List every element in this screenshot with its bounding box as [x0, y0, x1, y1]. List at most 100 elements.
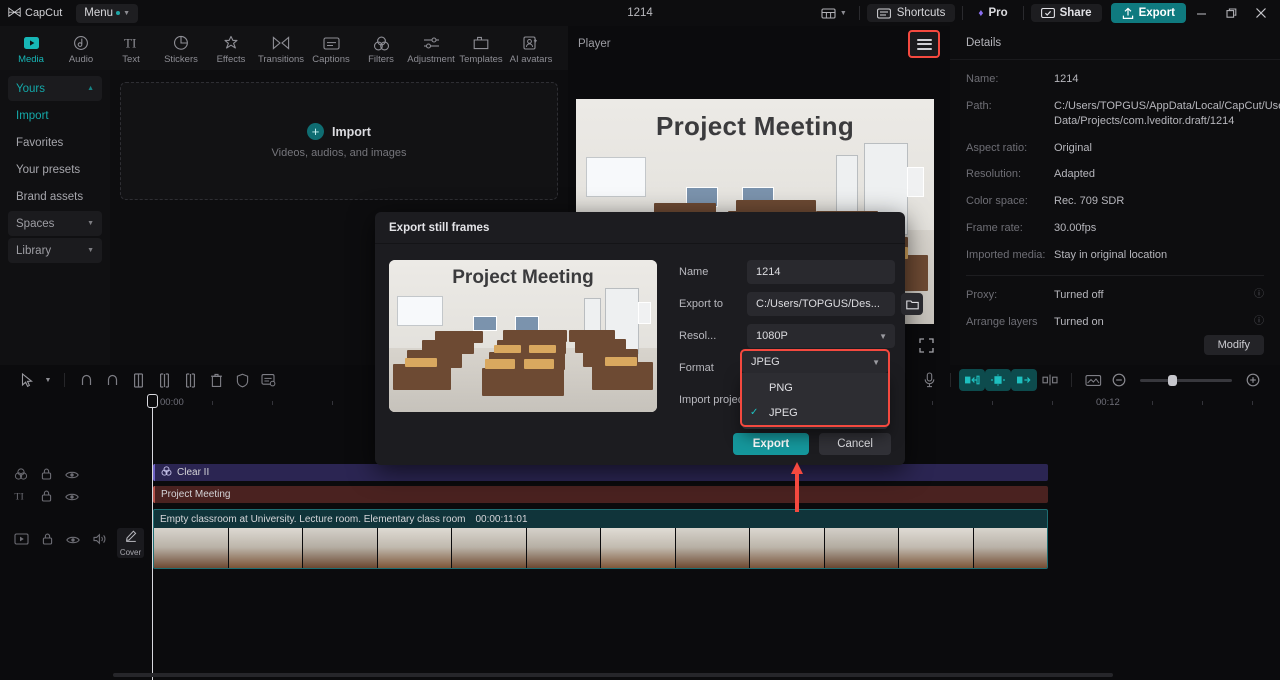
mirror-button[interactable]: [1037, 369, 1063, 391]
plus-icon: +: [307, 123, 325, 140]
freeze-frame-button[interactable]: [985, 369, 1011, 391]
player-header: Player: [568, 26, 950, 62]
format-dropdown-menu[interactable]: PNG ✓ JPEG: [742, 373, 888, 429]
dialog-cancel-button[interactable]: Cancel: [819, 433, 891, 455]
modify-button[interactable]: Modify: [1203, 335, 1264, 355]
share-button[interactable]: Share: [1030, 4, 1102, 22]
tab-transitions[interactable]: Transitions: [256, 32, 306, 65]
select-tool-dropdown[interactable]: ▼: [40, 369, 56, 391]
lock-icon[interactable]: [41, 489, 52, 507]
split-button[interactable]: [125, 369, 151, 391]
trim-right-button[interactable]: [177, 369, 203, 391]
delete-button[interactable]: [203, 369, 229, 391]
format-option-jpeg[interactable]: ✓ JPEG: [742, 400, 888, 425]
import-dropzone[interactable]: + Import Videos, audios, and images: [120, 82, 558, 200]
help-icon[interactable]: ⓘ: [1252, 315, 1264, 330]
detail-row-name: Name: 1214: [966, 72, 1264, 87]
tab-label: Filters: [368, 53, 394, 65]
trim-start-button[interactable]: [959, 369, 985, 391]
detail-value: Original: [1054, 141, 1092, 154]
upload-icon: [1122, 7, 1133, 19]
format-select[interactable]: JPEG ▼: [742, 351, 888, 373]
menu-button[interactable]: Menu ▼: [76, 3, 139, 23]
tab-adjustment[interactable]: Adjustment: [406, 32, 456, 65]
export-path-input[interactable]: C:/Users/TOPGUS/Des...: [747, 292, 895, 316]
video-overlay-title: Project Meeting: [655, 111, 855, 141]
brand-label: CapCut: [25, 7, 63, 19]
tab-filters[interactable]: Filters: [356, 32, 406, 65]
pro-label: Pro: [988, 7, 1008, 19]
tab-captions[interactable]: Captions: [306, 32, 356, 65]
thumbnail-view-button[interactable]: [1080, 369, 1106, 391]
timeline-clip-text[interactable]: Project Meeting: [153, 486, 1048, 503]
speaker-icon[interactable]: [93, 532, 107, 550]
dialog-export-button[interactable]: Export: [732, 433, 810, 455]
pro-button[interactable]: ♦ Pro: [970, 4, 1015, 22]
sidebar-item-label: Spaces: [16, 217, 55, 230]
detail-value: Adapted: [1054, 168, 1095, 181]
sidebar-item-label: Library: [16, 244, 52, 257]
effects-icon: [223, 35, 239, 52]
zoom-out-button[interactable]: [1106, 369, 1132, 391]
shortcuts-button[interactable]: Shortcuts: [866, 4, 956, 22]
sidebar-item-brand-assets[interactable]: Brand assets: [8, 184, 102, 209]
share-label: Share: [1059, 7, 1092, 19]
sidebar-item-spaces[interactable]: Spaces ▼: [8, 211, 102, 236]
redo-button[interactable]: [99, 369, 125, 391]
eye-icon[interactable]: [66, 532, 80, 550]
tab-ai-avatars[interactable]: AI avatars: [506, 32, 556, 65]
tab-templates[interactable]: Templates: [456, 32, 506, 65]
browse-folder-button[interactable]: [901, 293, 923, 315]
detail-key: Path:: [966, 99, 992, 112]
sidebar-item-library[interactable]: Library ▼: [8, 238, 102, 263]
mask-button[interactable]: [229, 369, 255, 391]
name-input[interactable]: 1214: [747, 260, 895, 284]
export-button[interactable]: Export: [1110, 3, 1186, 23]
eye-icon[interactable]: [65, 489, 79, 507]
tab-text[interactable]: TI Text: [106, 32, 156, 65]
eye-icon[interactable]: [65, 467, 79, 485]
trim-left-button[interactable]: [151, 369, 177, 391]
sidebar-item-label: Favorites: [16, 136, 64, 149]
detail-row-proxy: Proxy: Turned off ⓘ: [966, 288, 1264, 303]
sidebar-item-yours[interactable]: Yours ▲: [8, 76, 102, 101]
tab-stickers[interactable]: Stickers: [156, 32, 206, 65]
close-button[interactable]: [1246, 0, 1276, 26]
lock-icon[interactable]: [41, 467, 52, 485]
timeline-horizontal-scrollbar[interactable]: [113, 673, 1113, 677]
playhead-handle[interactable]: [147, 394, 158, 408]
layout-button[interactable]: ▼: [816, 5, 852, 22]
help-icon[interactable]: ⓘ: [1252, 288, 1264, 303]
tab-media[interactable]: Media: [6, 32, 56, 65]
auto-captions-button[interactable]: [255, 369, 281, 391]
sidebar-item-import[interactable]: Import: [8, 103, 102, 128]
trim-end-button[interactable]: [1011, 369, 1037, 391]
tab-effects[interactable]: Effects: [206, 32, 256, 65]
undo-button[interactable]: [73, 369, 99, 391]
hamburger-menu-icon: [916, 36, 932, 52]
sidebar-item-favorites[interactable]: Favorites: [8, 130, 102, 155]
resolution-select[interactable]: 1080P ▼: [747, 324, 895, 348]
zoom-slider-handle[interactable]: [1168, 374, 1177, 386]
detail-value: Rec. 709 SDR: [1054, 195, 1125, 208]
timeline-clip-effect[interactable]: Clear II: [153, 464, 1048, 481]
player-menu-button[interactable]: [908, 30, 940, 58]
timeline-clip-video[interactable]: Empty classroom at University. Lecture r…: [153, 509, 1048, 569]
minimize-button[interactable]: [1186, 0, 1216, 26]
track-header-video: ⋯: [0, 530, 133, 552]
select-tool-button[interactable]: [14, 369, 40, 391]
tab-audio[interactable]: Audio: [56, 32, 106, 65]
field-label: Import project: [679, 394, 747, 406]
maximize-button[interactable]: [1216, 0, 1246, 26]
divider: [962, 6, 964, 20]
sidebar-item-your-presets[interactable]: Your presets: [8, 157, 102, 182]
format-option-png[interactable]: PNG: [742, 375, 888, 400]
menu-update-dot: [116, 11, 121, 15]
field-label: Name: [679, 266, 709, 278]
lock-icon[interactable]: [42, 532, 53, 550]
cover-button[interactable]: Cover: [117, 528, 144, 558]
timeline-zoom-slider[interactable]: [1140, 374, 1232, 386]
zoom-in-button[interactable]: [1240, 369, 1266, 391]
sidebar-item-label: Brand assets: [16, 190, 84, 203]
tab-label: Effects: [216, 53, 246, 65]
